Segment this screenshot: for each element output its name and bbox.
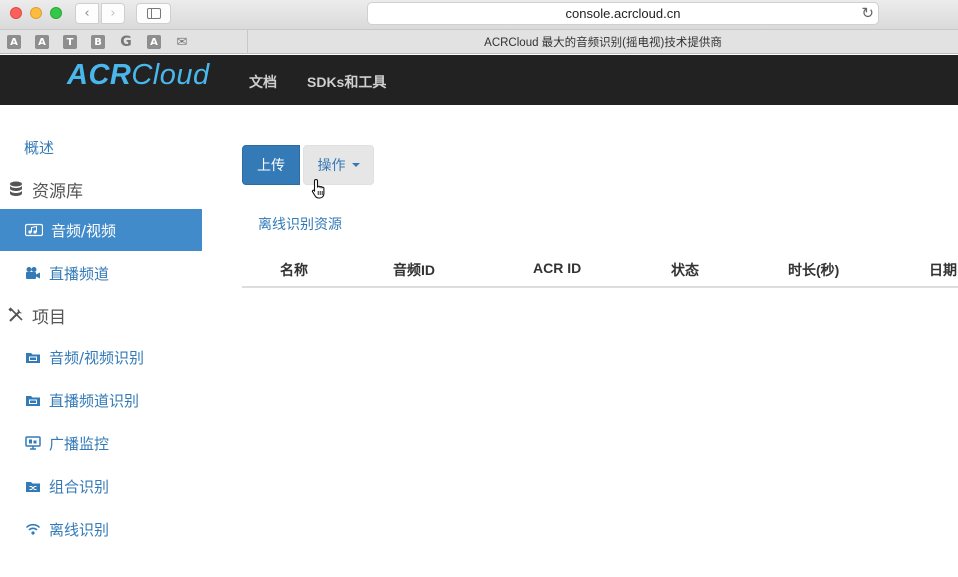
chevron-left-icon: ‹ [84, 6, 90, 21]
bookmark-b-icon[interactable]: B [91, 35, 105, 49]
wifi-icon [25, 522, 41, 536]
sidebar-item-overview[interactable]: 概述 [0, 126, 202, 168]
bookmarks-bar: A A T B G A ✉ ACRCloud 最大的音频识别(摇电视)技术提供商 [0, 29, 958, 54]
video-camera-icon [25, 266, 41, 280]
sidebar-item-label: 音频/视频 [51, 221, 117, 240]
sidebar-item-hybrid-recognition[interactable]: 组合识别 [0, 465, 202, 507]
app-header: ACRCloud 文档 SDKs和工具 [0, 55, 958, 105]
back-button[interactable]: ‹ [75, 3, 99, 24]
sidebar-item-label: 直播频道 [49, 264, 110, 283]
sidebar: 概述 资源库 音频/视频 直播频道 项目 音频/视频识别 直播频道识别 广播监控… [0, 105, 202, 577]
address-bar[interactable]: console.acrcloud.cn ↻ [367, 2, 879, 25]
sidebar-item-label: 广播监控 [49, 434, 110, 453]
acrcloud-logo[interactable]: ACRCloud [67, 59, 210, 92]
sidebar-toggle-button[interactable] [136, 3, 171, 24]
column-header-duration[interactable]: 时长(秒) [788, 260, 839, 280]
sidebar-item-broadcast-monitoring[interactable]: 广播监控 [0, 422, 202, 464]
sidebar-item-channel-recognition[interactable]: 直播频道识别 [0, 379, 202, 421]
sidebar-item-label: 离线识别 [49, 520, 110, 539]
forward-button[interactable]: › [101, 3, 125, 24]
monitor-icon [25, 436, 41, 450]
upload-button[interactable]: 上传 [242, 145, 300, 185]
mail-icon[interactable]: ✉ [175, 35, 189, 50]
column-header-name[interactable]: 名称 [280, 260, 308, 280]
reload-icon[interactable]: ↻ [861, 4, 874, 22]
caret-down-icon [351, 163, 360, 167]
bookmark-a-icon[interactable]: A [35, 35, 49, 49]
browser-titlebar: ‹ › console.acrcloud.cn ↻ [0, 0, 958, 29]
nav-sdks-tools[interactable]: SDKs和工具 [307, 72, 386, 92]
sidebar-item-offline-recognition[interactable]: 离线识别 [0, 508, 202, 550]
hand-pointer-icon [311, 178, 325, 199]
close-window-icon[interactable] [10, 7, 22, 19]
folder-shuffle-icon [25, 479, 41, 493]
folder-icon [25, 393, 41, 407]
table-header: 名称 音频ID ACR ID 状态 时长(秒) 日期 [242, 250, 958, 288]
column-header-status[interactable]: 状态 [671, 260, 699, 280]
bookmark-a-icon[interactable]: A [7, 35, 21, 49]
sidebar-heading-label: 资源库 [32, 181, 83, 202]
zoom-window-icon[interactable] [50, 7, 62, 19]
column-header-date[interactable]: 日期 [929, 260, 957, 280]
sidebar-item-label: 音频/视频识别 [49, 348, 145, 367]
column-header-acr-id[interactable]: ACR ID [533, 260, 581, 276]
bookmark-a-icon[interactable]: A [147, 35, 161, 49]
column-header-audio-id[interactable]: 音频ID [393, 260, 435, 280]
url-text: console.acrcloud.cn [565, 6, 681, 21]
tools-icon [8, 307, 24, 322]
audio-video-icon [25, 223, 43, 237]
sidebar-icon [146, 8, 161, 19]
minimize-window-icon[interactable] [30, 7, 42, 19]
sidebar-heading-projects: 项目 [0, 294, 202, 336]
sidebar-item-label: 概述 [24, 138, 55, 157]
logo-text: Cloud [131, 59, 210, 91]
nav-docs[interactable]: 文档 [249, 72, 277, 92]
offline-resources-link[interactable]: 离线识别资源 [258, 214, 342, 234]
sidebar-item-audio-video[interactable]: 音频/视频 [0, 209, 202, 251]
logo-bold-text: ACR [67, 59, 132, 91]
google-icon[interactable]: G [119, 34, 133, 50]
bookmark-t-icon[interactable]: T [63, 35, 77, 49]
sidebar-item-av-recognition[interactable]: 音频/视频识别 [0, 336, 202, 378]
bookmark-icons: A A T B G A ✉ [0, 30, 248, 54]
sidebar-item-label: 直播频道识别 [49, 391, 140, 410]
database-icon [8, 181, 24, 196]
actions-label: 操作 [317, 158, 346, 174]
chevron-right-icon: › [110, 6, 116, 21]
folder-icon [25, 350, 41, 364]
sidebar-heading-label: 项目 [32, 307, 66, 328]
sidebar-heading-resources: 资源库 [0, 168, 202, 210]
tab-title[interactable]: ACRCloud 最大的音频识别(摇电视)技术提供商 [248, 30, 958, 54]
sidebar-item-live-channels[interactable]: 直播频道 [0, 252, 202, 294]
sidebar-item-label: 组合识别 [49, 477, 110, 496]
